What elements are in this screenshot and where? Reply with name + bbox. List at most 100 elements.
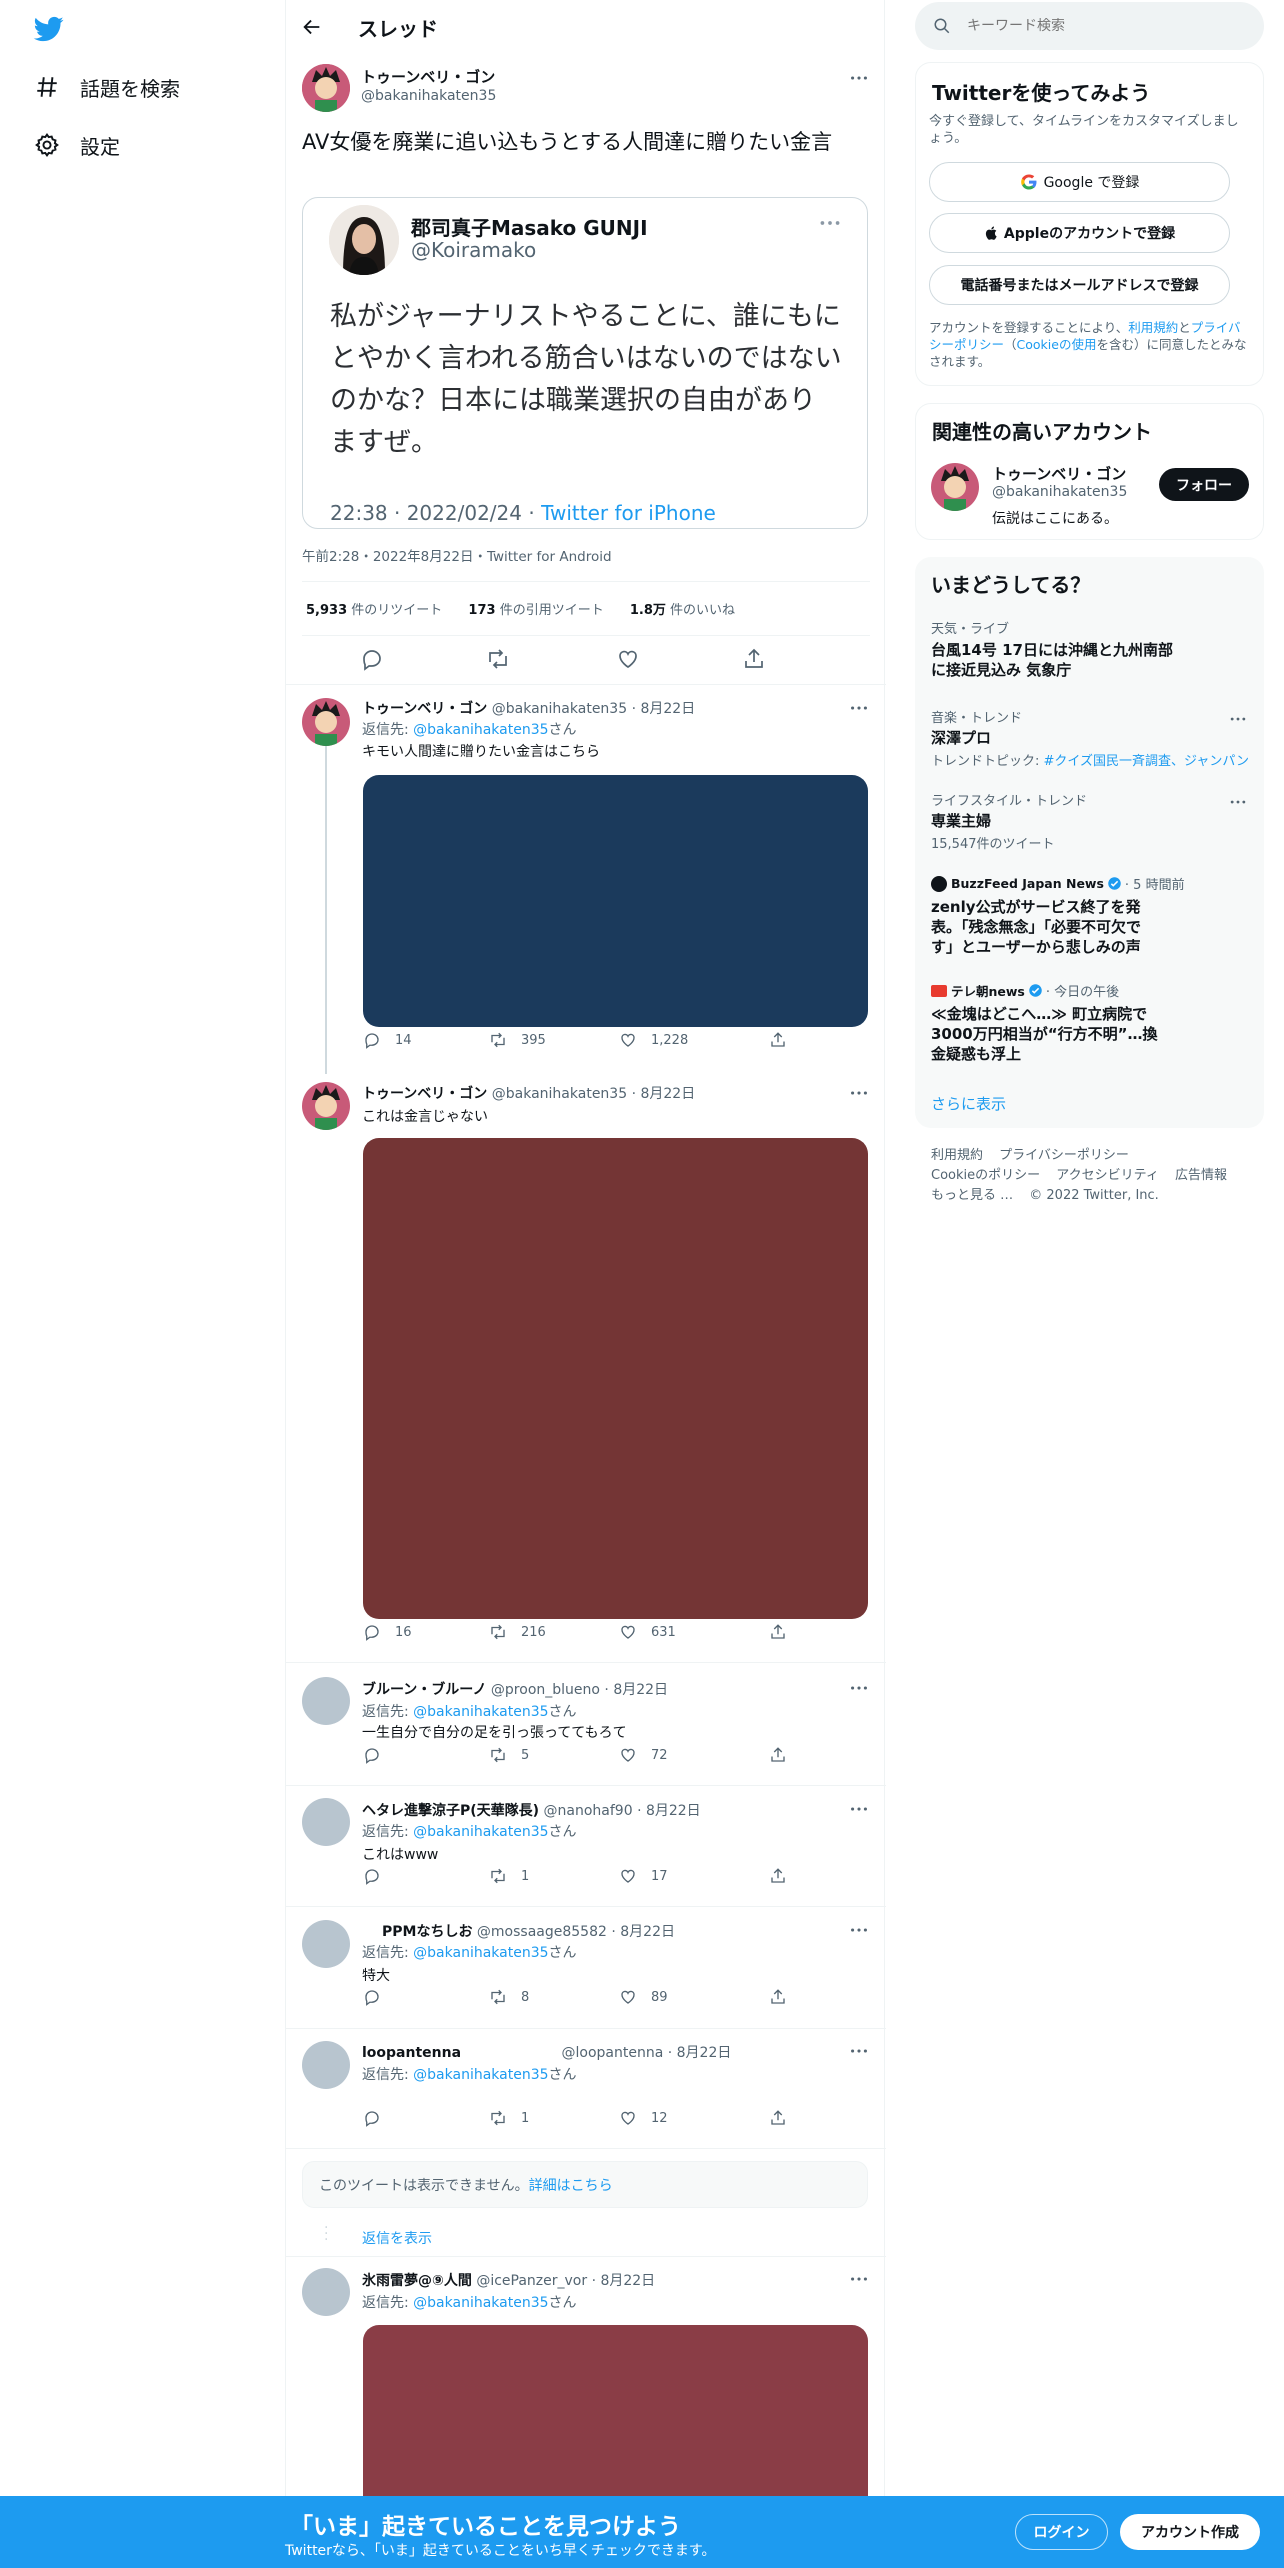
reply-button[interactable]	[363, 1988, 395, 2006]
share-icon[interactable]	[769, 1031, 801, 1049]
tweet-date[interactable]: · 8月22日	[611, 1924, 675, 1940]
avatar[interactable]	[302, 698, 350, 746]
like-icon[interactable]	[616, 647, 640, 671]
tweet-author-name[interactable]: ヘタレ進撃涼子P(天華隊長)	[362, 1803, 539, 1819]
tweet-author-name[interactable]: 氷雨雷夢@⑨人間	[362, 2273, 472, 2289]
tweet-date[interactable]: · 8月22日	[668, 2045, 732, 2061]
reply-to-link[interactable]: @bakanihakaten35	[413, 722, 548, 738]
terms-link[interactable]: 利用規約	[1128, 320, 1178, 335]
learn-more-link[interactable]: 詳細はこちら	[529, 2175, 613, 2195]
tweet-author-handle[interactable]: @bakanihakaten35	[492, 1086, 627, 1102]
share-icon[interactable]	[769, 1988, 801, 2006]
reply-button[interactable]: 14	[363, 1031, 412, 1049]
search-box[interactable]	[915, 2, 1264, 50]
avatar[interactable]	[302, 2041, 350, 2089]
tweet-author-handle[interactable]: @loopantenna	[562, 2045, 664, 2061]
more-icon[interactable]	[848, 1919, 870, 1941]
more-icon[interactable]	[848, 67, 870, 89]
retweet-button[interactable]: 1	[489, 2109, 529, 2127]
reply-button[interactable]	[363, 2109, 395, 2127]
related-account-name[interactable]: トゥーンベリ・ゴン	[992, 463, 1126, 484]
tweet-date[interactable]: · 8月22日	[632, 701, 696, 717]
like-button[interactable]: 17	[619, 1867, 668, 1885]
tweet-author-handle[interactable]: @mossaage85582	[477, 1924, 607, 1940]
retweet-button[interactable]: 216	[489, 1623, 546, 1641]
avatar[interactable]	[302, 64, 350, 112]
tweet-date[interactable]: · 8月22日	[637, 1803, 701, 1819]
tweet-author-handle[interactable]: @bakanihakaten35	[492, 701, 627, 717]
cookie-link[interactable]: Cookieの使用	[1017, 337, 1097, 352]
more-icon[interactable]	[848, 697, 870, 719]
back-arrow-icon[interactable]	[301, 16, 323, 38]
related-account-handle[interactable]: @bakanihakaten35	[992, 484, 1127, 500]
show-replies-link[interactable]: 返信を表示	[362, 2228, 432, 2248]
reply-to-link[interactable]: @bakanihakaten35	[413, 1824, 548, 1840]
show-more-trends-link[interactable]: さらに表示	[931, 1093, 1006, 1114]
footer-ads-link[interactable]: 広告情報	[1175, 1168, 1227, 1183]
reply-to-link[interactable]: @bakanihakaten35	[413, 1945, 548, 1961]
tweet-author-name[interactable]: PPMなちしお	[382, 1924, 472, 1940]
share-icon[interactable]	[742, 647, 766, 671]
trend-item[interactable]: 音楽・トレンド 深澤プロ トレンドトピック: #クイズ国民一斉調査、ジャンパン	[931, 707, 1251, 769]
tweet-date[interactable]: · 8月22日	[632, 1086, 696, 1102]
footer-more-link[interactable]: もっと見る …	[931, 1188, 1013, 1203]
retweet-button[interactable]: 5	[489, 1746, 529, 1764]
footer-privacy-link[interactable]: プライバシーポリシー	[999, 1148, 1129, 1163]
like-button[interactable]: 12	[619, 2109, 668, 2127]
avatar[interactable]	[302, 1082, 350, 1130]
avatar[interactable]	[302, 2268, 350, 2316]
like-button[interactable]: 72	[619, 1746, 668, 1764]
nav-settings[interactable]: 設定	[34, 125, 120, 165]
retweet-button[interactable]: 8	[489, 1988, 529, 2006]
trend-item[interactable]: 天気・ライブ 台風14号 17日には沖縄と九州南部に接近見込み 気象庁	[931, 618, 1251, 680]
avatar[interactable]	[302, 1920, 350, 1968]
reply-button[interactable]	[363, 1746, 395, 1764]
twitter-logo-icon[interactable]	[32, 14, 66, 44]
tweet-author-handle[interactable]: @bakanihakaten35	[361, 88, 496, 104]
tweet-date[interactable]: · 8月22日	[592, 2273, 656, 2289]
tweet-image[interactable]	[363, 2325, 868, 2525]
tweet-author-name[interactable]: トゥーンベリ・ゴン	[361, 66, 495, 87]
tweet-author-name[interactable]: loopantenna	[362, 2045, 461, 2061]
footer-cookie-link[interactable]: Cookieのポリシー	[931, 1168, 1040, 1183]
quote-tweet[interactable]: 郡司真子Masako GUNJI @Koiramako 私がジャーナリストやるこ…	[302, 197, 868, 529]
retweet-button[interactable]: 1	[489, 1867, 529, 1885]
tweet-timestamp[interactable]: 午前2:28・2022年8月22日・Twitter for Android	[302, 545, 612, 565]
apple-signup-button[interactable]: Appleのアカウントで登録	[929, 213, 1230, 253]
reply-icon[interactable]	[360, 647, 384, 671]
tweet-author-handle[interactable]: @proon_blueno	[491, 1682, 600, 1698]
login-button[interactable]: ログイン	[1015, 2514, 1108, 2550]
trend-hashtag-link[interactable]: #クイズ国民一斉調査、ジャンパン	[1044, 754, 1250, 769]
tweet-image[interactable]	[363, 1138, 868, 1619]
like-button[interactable]: 1,228	[619, 1031, 688, 1049]
tweet-author-handle[interactable]: @nanohaf90	[544, 1803, 633, 1819]
likes-stat[interactable]: 1.8万 件のいいね	[630, 603, 735, 618]
create-account-button[interactable]: アカウント作成	[1120, 2514, 1260, 2550]
reply-button[interactable]	[363, 1867, 395, 1885]
footer-terms-link[interactable]: 利用規約	[931, 1148, 983, 1163]
retweets-stat[interactable]: 5,933 件のリツイート	[306, 603, 442, 618]
share-icon[interactable]	[769, 2109, 801, 2127]
nav-explore[interactable]: 話題を検索	[34, 67, 180, 107]
like-button[interactable]: 631	[619, 1623, 676, 1641]
reply-to-link[interactable]: @bakanihakaten35	[413, 2295, 548, 2311]
more-icon[interactable]	[1228, 792, 1248, 812]
like-button[interactable]: 89	[619, 1988, 668, 2006]
share-icon[interactable]	[769, 1746, 801, 1764]
tweet-author-name[interactable]: トゥーンベリ・ゴン	[362, 701, 487, 717]
follow-button[interactable]: フォロー	[1159, 468, 1249, 501]
more-icon[interactable]	[848, 1677, 870, 1699]
trend-item[interactable]: ライフスタイル・トレンド 専業主婦 15,547件のツイート	[931, 790, 1251, 852]
retweet-icon[interactable]	[486, 647, 510, 671]
quotes-stat[interactable]: 173 件の引用ツイート	[468, 603, 603, 618]
more-icon[interactable]	[848, 2268, 870, 2290]
news-item[interactable]: テレ朝news · 今日の午後 ≪金塊はどこへ…≫ 町立病院で3000万円相当が…	[931, 981, 1251, 1064]
google-signup-button[interactable]: Google で登録	[929, 162, 1230, 202]
avatar[interactable]	[931, 463, 979, 511]
tweet-author-name[interactable]: トゥーンベリ・ゴン	[362, 1086, 487, 1102]
more-icon[interactable]	[848, 1798, 870, 1820]
avatar[interactable]	[302, 1798, 350, 1846]
more-icon[interactable]	[848, 2040, 870, 2062]
avatar[interactable]	[302, 1677, 350, 1725]
more-icon[interactable]	[848, 1082, 870, 1104]
